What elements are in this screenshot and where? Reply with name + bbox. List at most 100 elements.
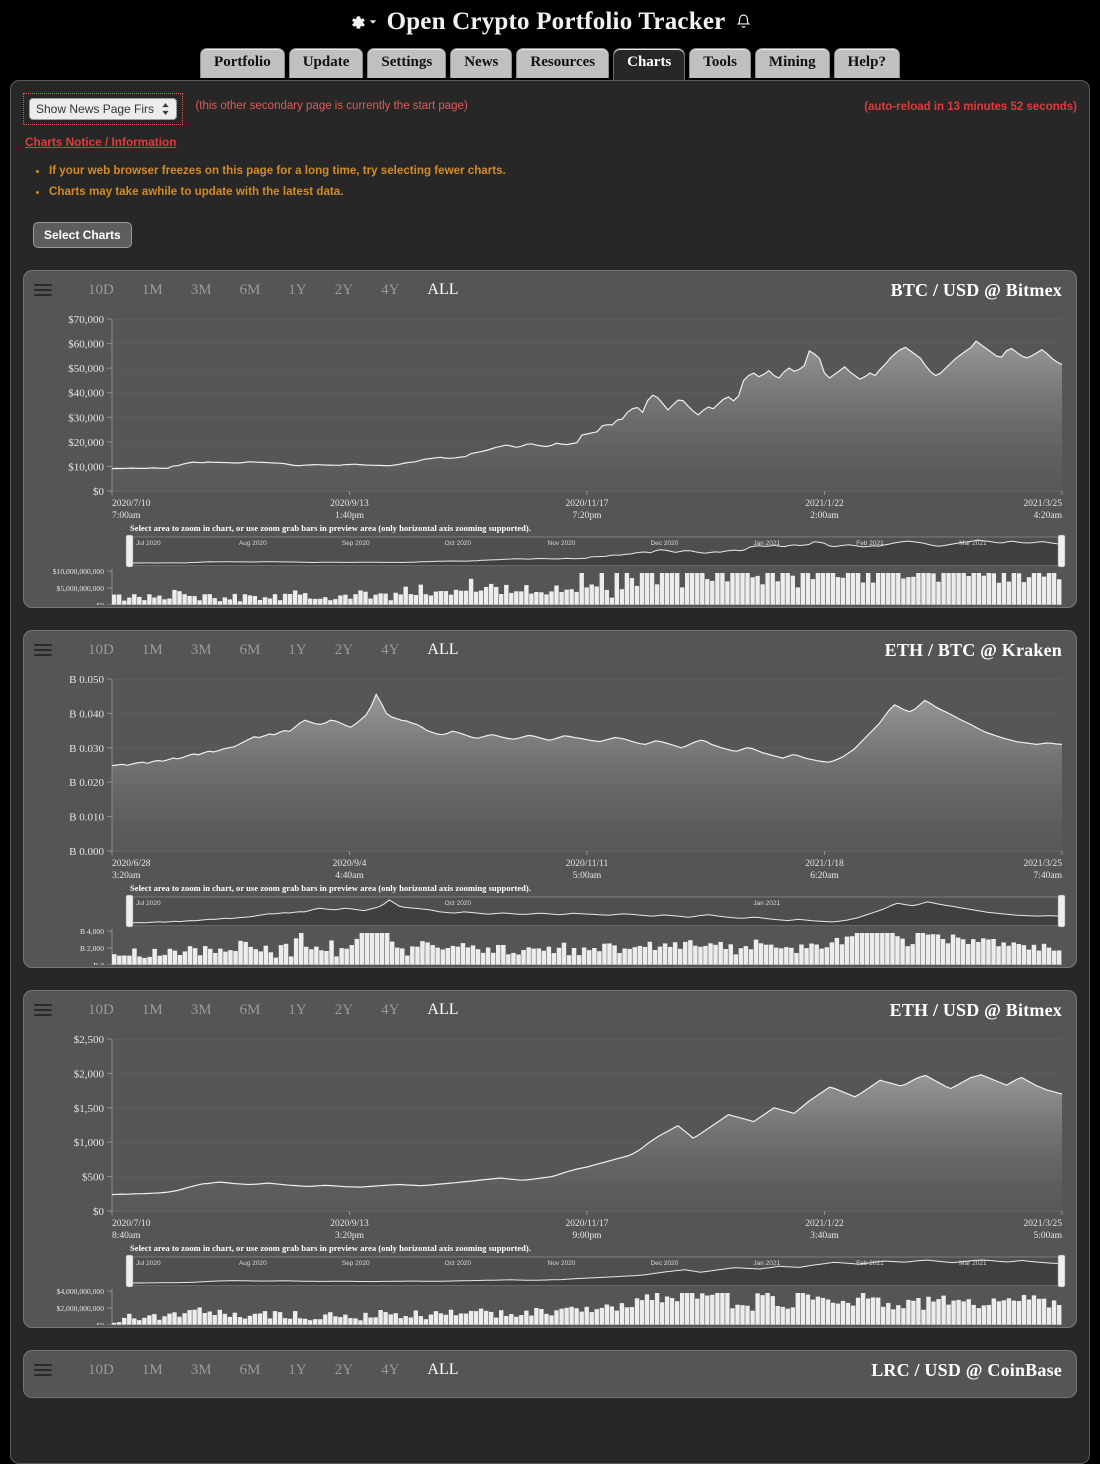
svg-text:$500: $500 — [82, 1172, 105, 1184]
notice-item-text: Charts may take awhile to update with th… — [49, 184, 344, 198]
svg-text:2021/3/25: 2021/3/25 — [1023, 1219, 1062, 1229]
range-1y[interactable]: 1Y — [274, 282, 320, 299]
range-6m[interactable]: 6M — [226, 282, 275, 299]
tab-portfolio[interactable]: Portfolio — [200, 48, 285, 78]
hamburger-menu-icon[interactable] — [34, 284, 52, 297]
svg-text:2021/3/25: 2021/3/25 — [1023, 859, 1062, 869]
range-10d[interactable]: 10D — [74, 282, 128, 299]
svg-text:2:00am: 2:00am — [810, 511, 839, 521]
svg-text:Aug 2020: Aug 2020 — [239, 1260, 267, 1267]
bell-icon[interactable] — [735, 13, 752, 32]
range-2y[interactable]: 2Y — [321, 1362, 367, 1379]
range-3m[interactable]: 3M — [177, 642, 226, 659]
range-1m[interactable]: 1M — [128, 1362, 177, 1379]
svg-text:2020/9/13: 2020/9/13 — [330, 499, 369, 509]
tab-update[interactable]: Update — [288, 48, 364, 78]
range-4y[interactable]: 4Y — [367, 1002, 413, 1019]
svg-text:$40,000: $40,000 — [68, 388, 104, 400]
range-all[interactable]: ALL — [413, 1001, 472, 1019]
chart-plot-area[interactable]: $70,000 $60,000 $50,000 $40,000 $30,000 $20,0… — [24, 309, 1077, 606]
range-1y[interactable]: 1Y — [274, 1002, 320, 1019]
gear-icon[interactable] — [348, 13, 377, 32]
notice-item-text: If your web browser freezes on this page… — [49, 164, 506, 177]
tab-tools[interactable]: Tools — [689, 48, 751, 78]
svg-text:B 0.040: B 0.040 — [69, 709, 104, 721]
tab-mining[interactable]: Mining — [754, 48, 830, 78]
svg-text:Nov 2020: Nov 2020 — [548, 540, 576, 547]
range-2y[interactable]: 2Y — [321, 282, 367, 299]
tab-help[interactable]: Help? — [833, 48, 900, 78]
svg-text:7:40am: 7:40am — [1034, 871, 1063, 881]
chart-pair-title: BTC / USD @ Bitmex — [890, 279, 1062, 300]
svg-text:5:00am: 5:00am — [573, 871, 602, 881]
svg-text:$60,000: $60,000 — [68, 339, 104, 351]
app-header: Open Crypto Portfolio Tracker — [0, 0, 1100, 44]
range-10d[interactable]: 10D — [74, 1362, 128, 1379]
range-all[interactable]: ALL — [413, 641, 472, 659]
svg-text:Select area to zoom in chart,: Select area to zoom in chart, or use zoo… — [130, 523, 531, 533]
chart-svg[interactable]: B 0.050 B 0.040 B 0.030 B 0.020 B 0.010 B 0.0… — [24, 669, 1077, 966]
svg-text:Nov 2020: Nov 2020 — [548, 1260, 576, 1267]
svg-text:Feb 2021: Feb 2021 — [856, 1260, 884, 1267]
svg-text:4:20am: 4:20am — [1034, 511, 1063, 521]
range-2y[interactable]: 2Y — [321, 642, 367, 659]
chart-svg[interactable]: $70,000 $60,000 $50,000 $40,000 $30,000 $20,0… — [24, 309, 1077, 606]
range-4y[interactable]: 4Y — [367, 1362, 413, 1379]
range-1y[interactable]: 1Y — [274, 642, 320, 659]
start-page-select[interactable]: Show News Page First — [29, 98, 177, 120]
range-1m[interactable]: 1M — [128, 282, 177, 299]
svg-text:B 4,000: B 4,000 — [80, 927, 104, 936]
svg-text:2020/11/17: 2020/11/17 — [566, 499, 609, 509]
notice-item: Charts may take awhile to update with th… — [49, 184, 1077, 200]
svg-text:5:00am: 5:00am — [1034, 1231, 1063, 1241]
hamburger-menu-icon[interactable] — [34, 1004, 52, 1017]
svg-text:1:40pm: 1:40pm — [335, 511, 365, 521]
range-3m[interactable]: 3M — [177, 1362, 226, 1379]
range-3m[interactable]: 3M — [177, 282, 226, 299]
svg-text:$20,000: $20,000 — [68, 437, 104, 449]
hamburger-menu-icon[interactable] — [34, 644, 52, 657]
svg-text:2020/9/4: 2020/9/4 — [333, 859, 367, 869]
range-1y[interactable]: 1Y — [274, 1362, 320, 1379]
range-3m[interactable]: 3M — [177, 1002, 226, 1019]
svg-text:Jul 2020: Jul 2020 — [136, 540, 161, 547]
range-6m[interactable]: 6M — [226, 642, 275, 659]
range-1m[interactable]: 1M — [128, 1002, 177, 1019]
svg-text:Jan 2021: Jan 2021 — [753, 540, 780, 547]
svg-text:Dec 2020: Dec 2020 — [650, 540, 678, 547]
range-10d[interactable]: 10D — [74, 642, 128, 659]
svg-text:2020/11/17: 2020/11/17 — [566, 1219, 609, 1229]
svg-text:9:00pm: 9:00pm — [572, 1231, 602, 1241]
chart-plot-area[interactable]: B 0.050 B 0.040 B 0.030 B 0.020 B 0.010 B 0.0… — [24, 669, 1077, 966]
charts-notice-list: If your web browser freezes on this page… — [49, 163, 1077, 199]
svg-text:Feb 2021: Feb 2021 — [856, 540, 884, 547]
chart-toolbar: 10D 1M 3M 6M 1Y 2Y 4Y ALL ETH / USD @ Bi… — [24, 991, 1076, 1029]
chart-svg[interactable]: $2,500 $2,000 $1,500 $1,000 $500 $0 2020/7/10 8… — [24, 1029, 1077, 1326]
select-holder: Show News Page First — [29, 98, 177, 120]
svg-text:Mar 2021: Mar 2021 — [959, 540, 987, 547]
svg-text:$0: $0 — [96, 1321, 104, 1325]
chart-toolbar: 10D 1M 3M 6M 1Y 2Y 4Y ALL ETH / BTC @ Kr… — [24, 631, 1076, 669]
range-1m[interactable]: 1M — [128, 642, 177, 659]
range-2y[interactable]: 2Y — [321, 1002, 367, 1019]
range-all[interactable]: ALL — [413, 1361, 472, 1379]
tab-settings[interactable]: Settings — [367, 48, 447, 78]
range-6m[interactable]: 6M — [226, 1002, 275, 1019]
start-page-select-wrapper: Show News Page First — [23, 93, 183, 125]
range-4y[interactable]: 4Y — [367, 642, 413, 659]
range-all[interactable]: ALL — [413, 281, 472, 299]
range-6m[interactable]: 6M — [226, 1362, 275, 1379]
svg-text:Aug 2020: Aug 2020 — [239, 540, 267, 547]
select-charts-button[interactable]: Select Charts — [33, 222, 132, 249]
range-selector: 10D 1M 3M 6M 1Y 2Y 4Y ALL — [74, 281, 473, 299]
svg-text:7:20pm: 7:20pm — [572, 511, 602, 521]
tab-charts[interactable]: Charts — [613, 48, 686, 80]
range-10d[interactable]: 10D — [74, 1002, 128, 1019]
svg-text:$10,000,000,000: $10,000,000,000 — [53, 567, 104, 576]
tab-news[interactable]: News — [450, 48, 513, 78]
charts-notice-link[interactable]: Charts Notice / Information — [25, 135, 1077, 149]
hamburger-menu-icon[interactable] — [34, 1364, 52, 1377]
range-4y[interactable]: 4Y — [367, 282, 413, 299]
chart-plot-area[interactable]: $2,500 $2,000 $1,500 $1,000 $500 $0 2020/7/10 8… — [24, 1029, 1077, 1326]
tab-resources[interactable]: Resources — [516, 48, 610, 78]
